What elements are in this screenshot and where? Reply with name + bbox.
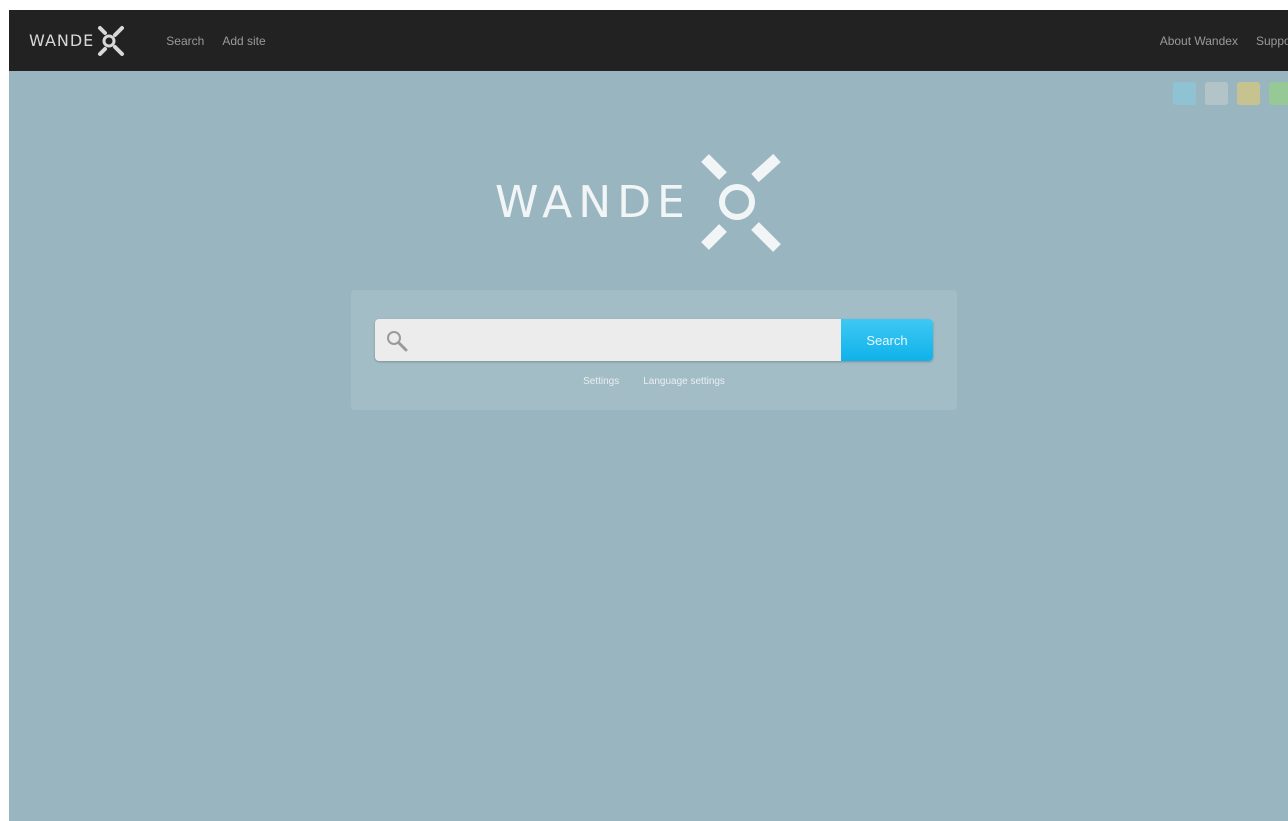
language-settings-link[interactable]: Language settings [643,376,725,387]
theme-swatch-grey[interactable] [1205,82,1228,105]
nav-add-site-link[interactable]: Add site [222,34,265,48]
header-logo[interactable]: WANDE [29,24,128,58]
secondary-nav: About Wandex Support [1160,10,1288,71]
theme-swatch-green[interactable] [1269,82,1288,105]
nav-about-link[interactable]: About Wandex [1160,34,1238,48]
search-panel: Search Settings Language settings [351,290,957,410]
search-button[interactable]: Search [841,319,933,361]
theme-swatch-blue[interactable] [1173,82,1196,105]
magnifier-x-logo-icon [700,153,781,252]
magnifier-x-icon [98,25,125,56]
primary-nav: Search Add site [166,34,265,48]
search-options: Settings Language settings [351,376,957,387]
header-logo-text: WANDE [29,31,95,50]
theme-swatches [1173,82,1288,105]
nav-search-link[interactable]: Search [166,34,204,48]
search-icon [387,331,408,352]
nav-support-link[interactable]: Support [1256,34,1288,48]
page: WANDE Search Add site About Wandex Suppo… [9,10,1288,821]
main-logo-text: WANDE [495,176,691,228]
main-logo: WANDE [495,150,791,254]
top-navigation-bar: WANDE Search Add site About Wandex Suppo… [9,10,1288,71]
search-input[interactable] [415,319,839,361]
theme-swatch-yellow[interactable] [1237,82,1260,105]
search-box: Search [375,319,933,361]
settings-link[interactable]: Settings [583,376,619,387]
